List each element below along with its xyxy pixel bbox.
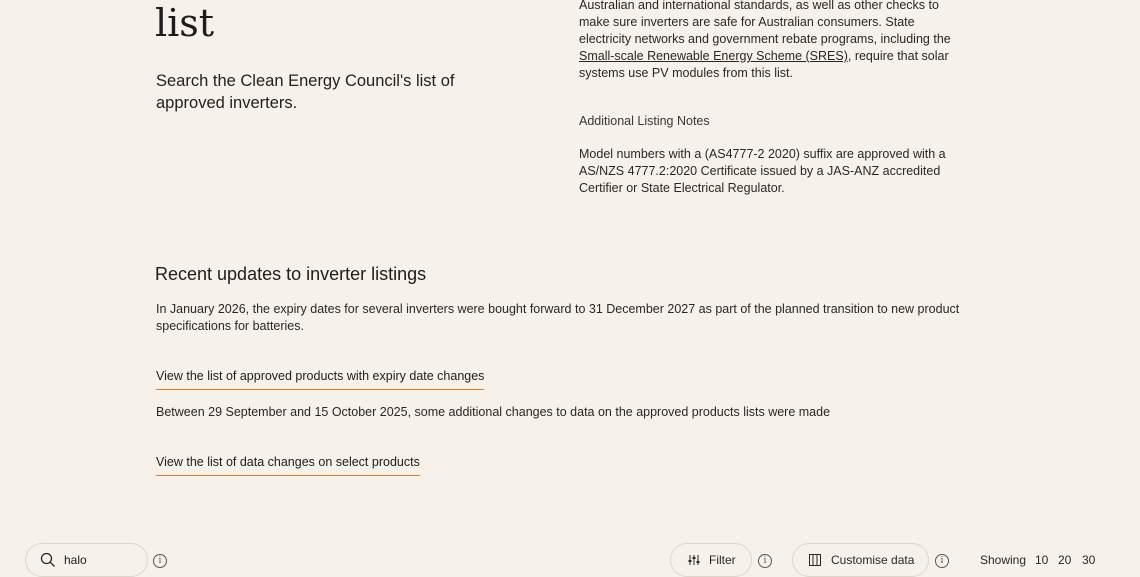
intro-text: Search the Clean Energy Council's list o…	[156, 72, 455, 112]
updates-heading: Recent updates to inverter listings	[155, 264, 427, 284]
additional-notes-text: Model numbers with a (AS4777-2 2020) suf…	[579, 147, 946, 195]
description-line: make sure inverters are safe for Austral…	[579, 15, 915, 29]
description-line: Australian and international standards, …	[579, 0, 939, 12]
description-text: , require that solar	[847, 49, 949, 63]
description-line: electricity networks and government reba…	[579, 32, 951, 46]
page-title: list	[155, 0, 214, 48]
description-line: systems use PV modules from this list.	[579, 66, 793, 80]
sres-link[interactable]: Small-scale Renewable Energy Scheme (SRE…	[579, 49, 848, 63]
search-icon	[40, 552, 56, 568]
info-icon[interactable]: i	[758, 554, 772, 568]
page-title-line: list	[155, 1, 215, 45]
filter-button[interactable]: Filter	[670, 543, 752, 577]
sliders-icon	[688, 554, 700, 566]
search-input[interactable]	[64, 553, 144, 567]
data-changes-paragraph: Between 29 September and 15 October 2025…	[156, 405, 831, 419]
updates-paragraph: In January 2026, the expiry dates for se…	[156, 302, 960, 333]
page-size-10[interactable]: 10	[1035, 553, 1048, 567]
description-paragraph: Australian and international standards, …	[579, 0, 979, 82]
additional-notes-heading: Additional Listing Notes	[579, 114, 710, 128]
description-line: Small-scale Renewable Energy Scheme (SRE…	[579, 48, 979, 65]
showing-label: Showing	[980, 553, 1027, 567]
filter-label: Filter	[709, 553, 736, 567]
columns-icon	[809, 554, 821, 566]
search-box[interactable]	[25, 543, 148, 577]
page-size-20[interactable]: 20	[1058, 553, 1071, 567]
expiry-changes-link[interactable]: View the list of approved products with …	[156, 369, 485, 390]
info-icon[interactable]: i	[153, 554, 167, 568]
page-size-30[interactable]: 30	[1082, 553, 1095, 567]
data-changes-link[interactable]: View the list of data changes on select …	[156, 455, 420, 476]
customise-data-label: Customise data	[831, 553, 915, 567]
customise-data-button[interactable]: Customise data	[792, 543, 929, 577]
info-icon[interactable]: i	[935, 554, 949, 568]
